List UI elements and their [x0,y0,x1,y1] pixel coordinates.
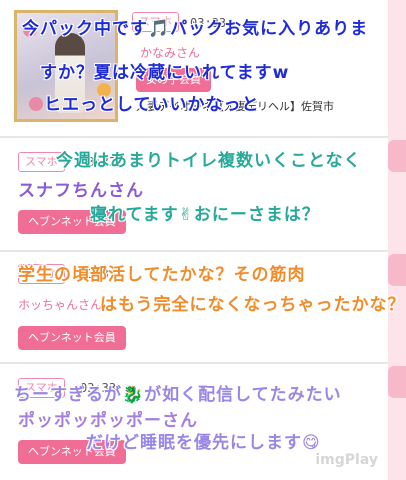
caption-line: 学生の頃部活してたかな？その筋肉 [18,265,306,285]
rail-tab[interactable] [388,254,406,286]
caption-line: 今週はあまりトイレ複数いくことなく [56,151,362,171]
caption-line: すか？夏は冷蔵にいれてますw [40,63,290,83]
caption-line: はもう完全になくなっちゃったかな？ [100,295,406,315]
caption-line: 寝れてます✌おにーさまは？ [90,205,320,225]
caption-line: 今パック中です🎵パックお気に入りありま [22,19,369,39]
message-feed: スマホ 03:33 かなみさん 女の子会員 人妻デイオーネ【人妻デリヘル】佐賀市… [0,0,406,480]
caption-line: ちーすぎるが🐉が如く配信してたみたい [14,385,342,405]
rail-tab[interactable] [388,366,406,398]
caption-line: ヒエっとしていいかなっと [44,95,260,115]
flower-decoration [29,97,43,111]
right-scroll-rail[interactable] [388,0,406,480]
poster-name[interactable]: ホッちゃんさん [18,296,102,313]
rail-tab[interactable] [388,140,406,172]
caption-line: だけど睡眠を優先にします😋 [86,433,321,453]
member-badge: ヘブンネット会員 [18,326,126,350]
imgplay-watermark: imgPlay [315,452,378,468]
caption-line: スナフちんさん [18,181,144,201]
